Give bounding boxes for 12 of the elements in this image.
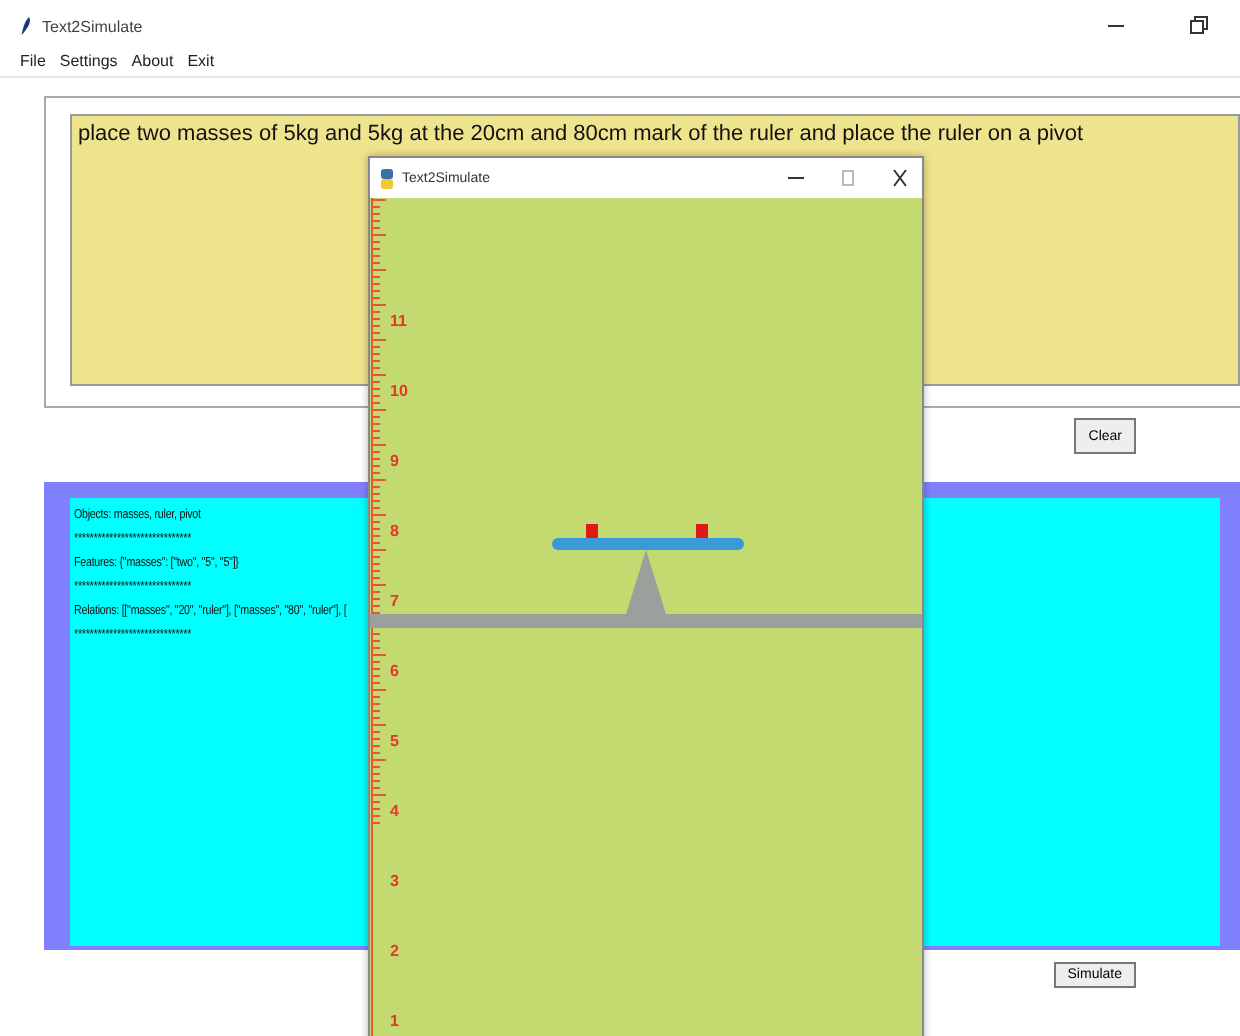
ruler-label: 10	[390, 382, 408, 402]
ruler-label: 1	[390, 1012, 399, 1032]
ruler-label: 4	[390, 802, 399, 822]
ruler-label: 9	[390, 452, 399, 472]
ruler-label: 3	[390, 872, 399, 892]
ruler-label: 5	[390, 732, 399, 752]
ruler-label: 2	[390, 942, 399, 962]
ruler-label: 7	[390, 592, 399, 612]
ruler-label: 8	[390, 522, 399, 542]
ruler-label: 11	[390, 312, 407, 332]
window-title: Text2Simulate	[42, 17, 143, 35]
ruler-label: 6	[390, 662, 399, 682]
